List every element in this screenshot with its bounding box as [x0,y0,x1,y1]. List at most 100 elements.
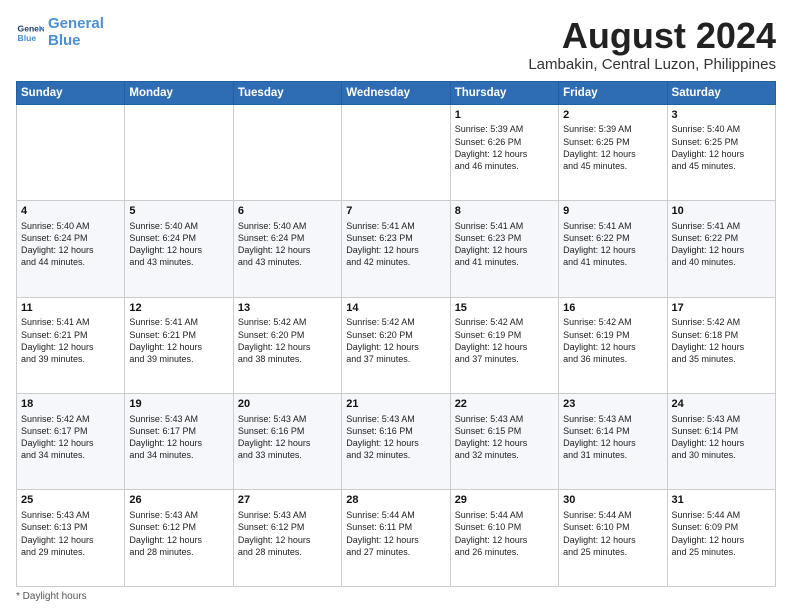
calendar-cell: 13Sunrise: 5:42 AMSunset: 6:20 PMDayligh… [233,297,341,393]
day-info: and 40 minutes. [672,256,771,268]
col-header-sunday: Sunday [17,81,125,104]
day-info: Sunrise: 5:43 AM [129,509,228,521]
day-number: 23 [563,397,662,412]
calendar-body: 1Sunrise: 5:39 AMSunset: 6:26 PMDaylight… [17,104,776,586]
day-number: 16 [563,301,662,316]
day-info: Daylight: 12 hours [21,244,120,256]
day-info: Sunset: 6:24 PM [21,232,120,244]
day-info: Sunset: 6:18 PM [672,329,771,341]
col-header-tuesday: Tuesday [233,81,341,104]
day-info: Sunset: 6:16 PM [346,425,445,437]
day-info: Daylight: 12 hours [238,437,337,449]
day-info: Daylight: 12 hours [21,341,120,353]
day-info: Sunset: 6:14 PM [672,425,771,437]
calendar-cell [233,104,341,200]
day-info: and 28 minutes. [238,546,337,558]
calendar-cell: 26Sunrise: 5:43 AMSunset: 6:12 PMDayligh… [125,490,233,587]
day-info: Sunrise: 5:43 AM [238,509,337,521]
day-number: 17 [672,301,771,316]
header: General Blue General Blue August 2024 La… [16,16,776,73]
week-row-4: 18Sunrise: 5:42 AMSunset: 6:17 PMDayligh… [17,394,776,490]
day-info: and 36 minutes. [563,353,662,365]
day-info: Sunset: 6:17 PM [129,425,228,437]
day-number: 7 [346,204,445,219]
day-info: and 28 minutes. [129,546,228,558]
day-info: Sunset: 6:10 PM [455,521,554,533]
day-info: Daylight: 12 hours [672,341,771,353]
day-info: Sunset: 6:10 PM [563,521,662,533]
day-info: Sunrise: 5:41 AM [672,220,771,232]
calendar-cell [342,104,450,200]
day-info: Sunrise: 5:44 AM [672,509,771,521]
day-info: Sunrise: 5:43 AM [129,413,228,425]
day-info: Sunrise: 5:41 AM [563,220,662,232]
day-info: Sunset: 6:23 PM [455,232,554,244]
day-info: Sunrise: 5:40 AM [129,220,228,232]
calendar-cell: 3Sunrise: 5:40 AMSunset: 6:25 PMDaylight… [667,104,775,200]
day-info: and 29 minutes. [21,546,120,558]
calendar-cell: 17Sunrise: 5:42 AMSunset: 6:18 PMDayligh… [667,297,775,393]
calendar-cell: 14Sunrise: 5:42 AMSunset: 6:20 PMDayligh… [342,297,450,393]
day-number: 29 [455,493,554,508]
day-info: Sunrise: 5:43 AM [21,509,120,521]
day-info: Sunset: 6:14 PM [563,425,662,437]
day-info: Sunrise: 5:40 AM [21,220,120,232]
calendar-header: SundayMondayTuesdayWednesdayThursdayFrid… [17,81,776,104]
day-number: 31 [672,493,771,508]
day-info: Daylight: 12 hours [563,534,662,546]
day-number: 20 [238,397,337,412]
day-number: 4 [21,204,120,219]
calendar-cell: 1Sunrise: 5:39 AMSunset: 6:26 PMDaylight… [450,104,558,200]
day-info: and 37 minutes. [346,353,445,365]
day-number: 15 [455,301,554,316]
day-info: Sunset: 6:26 PM [455,136,554,148]
day-info: Sunset: 6:09 PM [672,521,771,533]
day-info: and 26 minutes. [455,546,554,558]
day-number: 14 [346,301,445,316]
day-info: Daylight: 12 hours [455,437,554,449]
week-row-5: 25Sunrise: 5:43 AMSunset: 6:13 PMDayligh… [17,490,776,587]
day-info: Sunrise: 5:39 AM [563,123,662,135]
footer-note: * Daylight hours [16,591,776,602]
col-header-wednesday: Wednesday [342,81,450,104]
calendar-cell: 9Sunrise: 5:41 AMSunset: 6:22 PMDaylight… [559,201,667,297]
location-title: Lambakin, Central Luzon, Philippines [528,56,776,73]
day-info: Daylight: 12 hours [455,244,554,256]
day-info: Sunrise: 5:42 AM [346,316,445,328]
day-info: and 35 minutes. [672,353,771,365]
day-info: and 39 minutes. [21,353,120,365]
day-number: 5 [129,204,228,219]
day-info: Sunset: 6:23 PM [346,232,445,244]
calendar-cell: 16Sunrise: 5:42 AMSunset: 6:19 PMDayligh… [559,297,667,393]
calendar-cell: 4Sunrise: 5:40 AMSunset: 6:24 PMDaylight… [17,201,125,297]
logo-icon: General Blue [16,19,44,47]
calendar-cell: 29Sunrise: 5:44 AMSunset: 6:10 PMDayligh… [450,490,558,587]
day-info: Daylight: 12 hours [346,341,445,353]
day-info: and 27 minutes. [346,546,445,558]
day-info: and 46 minutes. [455,160,554,172]
calendar-cell: 27Sunrise: 5:43 AMSunset: 6:12 PMDayligh… [233,490,341,587]
calendar-cell: 25Sunrise: 5:43 AMSunset: 6:13 PMDayligh… [17,490,125,587]
day-info: Sunrise: 5:41 AM [129,316,228,328]
day-number: 13 [238,301,337,316]
day-info: Daylight: 12 hours [455,534,554,546]
day-info: Daylight: 12 hours [129,534,228,546]
calendar-cell: 10Sunrise: 5:41 AMSunset: 6:22 PMDayligh… [667,201,775,297]
calendar-cell: 20Sunrise: 5:43 AMSunset: 6:16 PMDayligh… [233,394,341,490]
header-row: SundayMondayTuesdayWednesdayThursdayFrid… [17,81,776,104]
day-info: Sunrise: 5:43 AM [563,413,662,425]
day-number: 22 [455,397,554,412]
day-info: Daylight: 12 hours [672,148,771,160]
day-number: 25 [21,493,120,508]
calendar-cell: 23Sunrise: 5:43 AMSunset: 6:14 PMDayligh… [559,394,667,490]
day-info: and 41 minutes. [455,256,554,268]
calendar-table: SundayMondayTuesdayWednesdayThursdayFrid… [16,81,776,587]
day-number: 30 [563,493,662,508]
calendar-cell: 2Sunrise: 5:39 AMSunset: 6:25 PMDaylight… [559,104,667,200]
day-info: Sunset: 6:25 PM [672,136,771,148]
calendar-cell: 12Sunrise: 5:41 AMSunset: 6:21 PMDayligh… [125,297,233,393]
day-number: 2 [563,108,662,123]
calendar-cell: 15Sunrise: 5:42 AMSunset: 6:19 PMDayligh… [450,297,558,393]
day-info: Sunset: 6:24 PM [238,232,337,244]
day-info: Sunrise: 5:42 AM [563,316,662,328]
